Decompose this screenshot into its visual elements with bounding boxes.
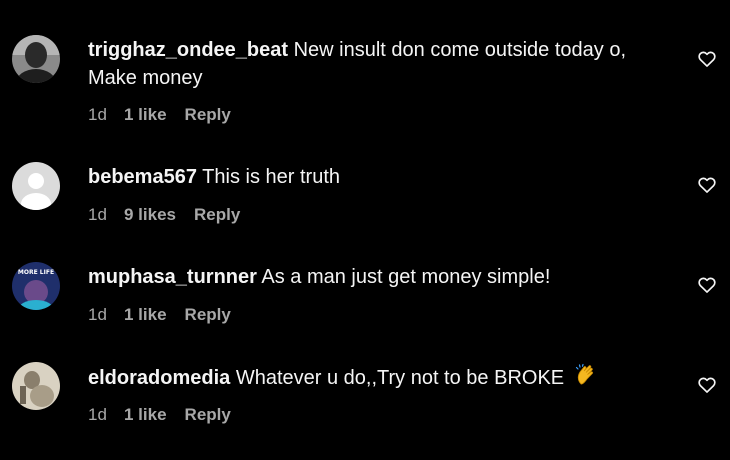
avatar-cover-text: MORE LIFE bbox=[18, 269, 54, 276]
comment-time: 1d bbox=[88, 105, 107, 124]
heart-outline-icon[interactable] bbox=[697, 275, 717, 295]
user-avatar[interactable] bbox=[12, 162, 60, 210]
comment-text: Whatever u do,,Try not to be BROKE bbox=[235, 367, 565, 389]
comment-likes[interactable]: 1 like bbox=[124, 405, 167, 425]
comment-time: 1d bbox=[88, 205, 107, 224]
comment-text-block: muphasa_turnner As a man just get money … bbox=[88, 263, 678, 291]
comment-meta: 1d 1 like Reply bbox=[88, 405, 231, 425]
reply-button[interactable]: Reply bbox=[185, 305, 231, 325]
heart-outline-icon[interactable] bbox=[697, 49, 717, 69]
comment-text-block: eldoradomedia Whatever u do,,Try not to … bbox=[88, 363, 678, 395]
comment-likes[interactable]: 9 likes bbox=[124, 205, 176, 225]
comment-username[interactable]: eldoradomedia bbox=[88, 367, 230, 389]
comment-likes[interactable]: 1 like bbox=[124, 305, 167, 325]
heart-outline-icon[interactable] bbox=[697, 175, 717, 195]
comment-meta: 1d 9 likes Reply bbox=[88, 205, 240, 225]
comment-username[interactable]: bebema567 bbox=[88, 166, 197, 188]
comment-time: 1d bbox=[88, 405, 107, 424]
comment-meta: 1d 1 like Reply bbox=[88, 105, 231, 125]
user-avatar[interactable] bbox=[12, 35, 60, 83]
comment-likes[interactable]: 1 like bbox=[124, 105, 167, 125]
reply-button[interactable]: Reply bbox=[185, 105, 231, 125]
comment-text-block: bebema567 This is her truth bbox=[88, 163, 678, 191]
comment-text-block: trigghaz_ondee_beat New insult don come … bbox=[88, 36, 678, 92]
comment-text: As a man just get money simple! bbox=[261, 266, 551, 288]
clapping-hands-emoji bbox=[574, 363, 598, 395]
heart-outline-icon[interactable] bbox=[697, 375, 717, 395]
comment-text: This is her truth bbox=[202, 166, 340, 188]
reply-button[interactable]: Reply bbox=[194, 205, 240, 225]
comment-time: 1d bbox=[88, 305, 107, 324]
user-avatar[interactable]: MORE LIFE bbox=[12, 262, 60, 310]
comment-username[interactable]: trigghaz_ondee_beat bbox=[88, 39, 288, 61]
user-avatar[interactable] bbox=[12, 362, 60, 410]
comment-meta: 1d 1 like Reply bbox=[88, 305, 231, 325]
comment-username[interactable]: muphasa_turnner bbox=[88, 266, 257, 288]
reply-button[interactable]: Reply bbox=[185, 405, 231, 425]
